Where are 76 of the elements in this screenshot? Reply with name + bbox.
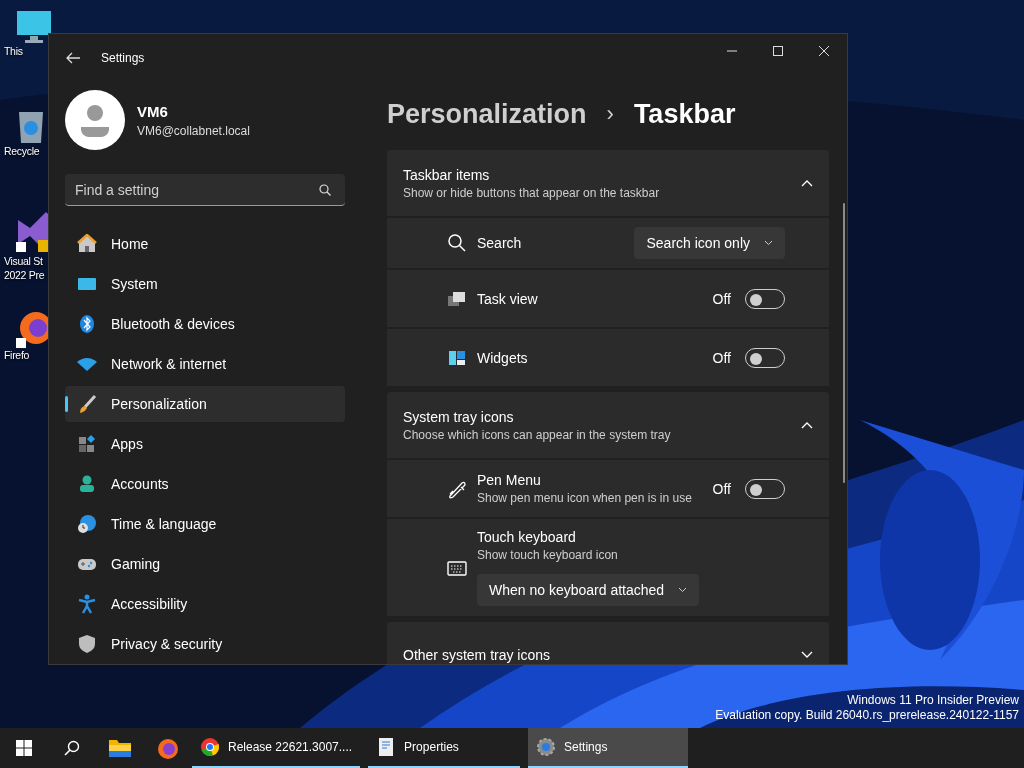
dropdown[interactable]: Search icon only (634, 227, 785, 259)
shield-icon (77, 634, 97, 654)
setting-description: Show pen menu icon when pen is in use (477, 491, 693, 505)
apps-icon (77, 434, 97, 454)
setting-label: Task view (477, 290, 539, 307)
firefox-icon (156, 737, 180, 759)
nav-item[interactable]: Bluetooth & devices (65, 306, 345, 342)
setting-label: Search (477, 235, 523, 251)
setting-label: Touch keyboard (477, 529, 577, 545)
home-icon (77, 234, 97, 254)
caret-icon (764, 240, 773, 246)
monitor-icon (16, 10, 52, 44)
section-header[interactable]: Taskbar items Show or hide buttons that appear on the taskbar (387, 150, 829, 216)
gear-icon (536, 737, 557, 757)
icon-label: Firefo (4, 348, 30, 362)
toggle-state: Off (712, 290, 731, 307)
scrollbar[interactable] (843, 203, 845, 483)
chevron-down-icon[interactable] (801, 651, 813, 659)
nav-item[interactable]: System (65, 266, 345, 302)
bluetooth-icon (77, 314, 97, 334)
breadcrumb-separator: › (606, 101, 614, 127)
account-name: VM6 (137, 102, 169, 120)
windows-logo-icon (16, 740, 32, 756)
nav-item[interactable]: Personalization (65, 386, 345, 422)
person-icon (77, 474, 97, 494)
accessibility-icon (77, 594, 97, 614)
paintbrush-icon (77, 394, 97, 414)
icon-label: This (4, 44, 23, 58)
icon-label: Recycle (4, 144, 40, 158)
nav-item[interactable]: Home (65, 226, 345, 262)
search-icon (64, 740, 80, 756)
section-subtitle: Choose which icons can appear in the system tray (403, 427, 672, 442)
setting-description: Show touch keyboard icon (477, 548, 619, 562)
notice-text: Evaluation copy. Build 26040.rs_prerelease.240122-1157 (715, 708, 1019, 723)
section-header[interactable]: Other system tray icons (387, 622, 829, 664)
section-title: Taskbar items (403, 166, 491, 183)
taskbar-app[interactable]: Properties (368, 728, 521, 768)
chevron-up-icon[interactable] (801, 421, 813, 429)
nav-item[interactable]: Privacy & security (65, 626, 345, 662)
nav-item[interactable]: Gaming (65, 546, 345, 582)
section-header[interactable]: System tray icons Choose which icons can appear in the system tray (387, 392, 829, 458)
taskbar-app[interactable]: Settings (528, 728, 689, 768)
back-arrow-icon[interactable] (65, 50, 81, 66)
search-field[interactable]: Find a setting (65, 174, 345, 206)
folder-icon (108, 737, 132, 759)
caret-icon (678, 587, 688, 593)
search-icon (447, 233, 467, 253)
breadcrumb-link[interactable]: Personalization (387, 98, 587, 130)
section-title: System tray icons (403, 408, 515, 425)
icon-label: 2022 Pre (4, 268, 45, 282)
maximize-icon (773, 46, 783, 56)
section-subtitle: Show or hide buttons that appear on the taskbar (403, 185, 661, 200)
setting-label: Widgets (477, 349, 529, 366)
section-title: Other system tray icons (403, 647, 552, 663)
nav-item[interactable]: Accessibility (65, 586, 345, 622)
nav-item[interactable]: Network & internet (65, 346, 345, 382)
dropdown[interactable]: When no keyboard attached (477, 574, 700, 606)
page-title: Taskbar (633, 98, 736, 130)
nav-item[interactable]: Accounts (65, 466, 345, 502)
window-title: Settings (101, 51, 146, 65)
chevron-up-icon[interactable] (801, 179, 813, 187)
taskbar-app[interactable]: Release 22621.3007.... (192, 728, 361, 768)
toggle-state: Off (712, 480, 731, 497)
search-icon (319, 184, 331, 196)
setting-label: Pen Menu (477, 472, 542, 488)
nav-item[interactable]: Time & language (65, 506, 345, 542)
nav-item[interactable]: Apps (65, 426, 345, 462)
globe-clock-icon (77, 514, 97, 534)
account-email: VM6@collabnet.local (137, 123, 250, 138)
icon-label: Visual St (4, 254, 43, 268)
avatar-icon (65, 90, 125, 150)
visual-studio-icon (16, 210, 50, 254)
close-icon (819, 46, 829, 56)
notice-text: Windows 11 Pro Insider Preview (847, 693, 1019, 708)
toggle-state: Off (712, 349, 731, 366)
chrome-icon (200, 737, 220, 757)
